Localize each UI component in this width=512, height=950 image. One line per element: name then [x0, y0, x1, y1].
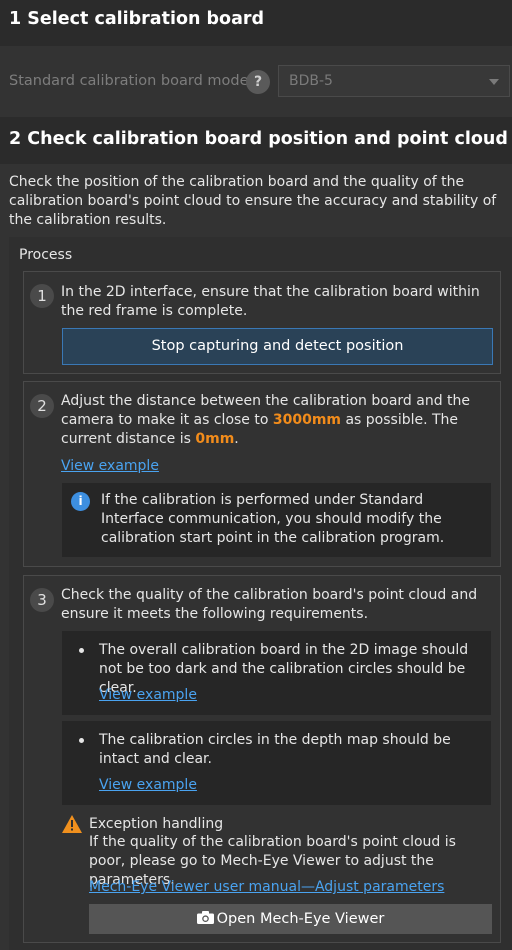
- step-2-text: Adjust the distance between the calibrat…: [61, 392, 491, 449]
- mech-eye-manual-link[interactable]: Mech-Eye Viewer user manual—Adjust param…: [89, 878, 444, 897]
- step-1-text: In the 2D interface, ensure that the cal…: [61, 284, 480, 319]
- open-mech-eye-viewer-button[interactable]: Open Mech-Eye Viewer: [89, 904, 492, 934]
- chevron-down-icon: [489, 79, 499, 85]
- board-model-select[interactable]: BDB-5: [278, 65, 510, 97]
- section-2-title: 2 Check calibration board position and p…: [9, 129, 512, 149]
- info-icon: i: [71, 492, 90, 511]
- step-2-text-after: .: [234, 431, 239, 447]
- stop-capturing-button-label: Stop capturing and detect position: [151, 338, 404, 354]
- step-2-card: 2 Adjust the distance between the calibr…: [23, 381, 501, 567]
- step-3-text: Check the quality of the calibration boa…: [61, 587, 478, 622]
- section-2-description: Check the position of the calibration bo…: [9, 174, 497, 228]
- board-model-value: BDB-5: [289, 73, 333, 89]
- step-2-view-example-link[interactable]: View example: [61, 457, 159, 476]
- section-1-title: 1 Select calibration board: [9, 9, 265, 29]
- help-icon[interactable]: ?: [246, 70, 270, 94]
- warning-icon: [62, 815, 82, 833]
- requirement-2-text: The calibration circles in the depth map…: [99, 732, 451, 767]
- board-model-label: Standard calibration board model: [9, 73, 253, 89]
- step-2-info-box: i If the calibration is performed under …: [62, 483, 491, 557]
- step-1-card: 1 In the 2D interface, ensure that the c…: [23, 271, 501, 374]
- exception-title: Exception handling: [89, 816, 224, 832]
- step-3-card: 3 Check the quality of the calibration b…: [23, 575, 501, 943]
- help-icon-glyph: ?: [253, 74, 263, 90]
- stop-capturing-button[interactable]: Stop capturing and detect position: [62, 328, 493, 365]
- step-2-number: 2: [30, 394, 54, 418]
- process-label: Process: [19, 247, 73, 263]
- section-2-header: 2 Check calibration board position and p…: [0, 117, 512, 164]
- target-distance: 3000mm: [272, 412, 342, 428]
- requirement-2-bullet: [79, 738, 84, 743]
- step-2-info-text: If the calibration is performed under St…: [101, 492, 445, 546]
- step-1-number: 1: [30, 284, 54, 308]
- requirement-1-bullet: [79, 648, 84, 653]
- requirement-1-view-example-link[interactable]: View example: [99, 686, 197, 705]
- info-icon-glyph: i: [78, 494, 83, 508]
- step-3-number: 3: [30, 588, 54, 612]
- section-1-header: 1 Select calibration board: [0, 0, 512, 46]
- requirement-2-view-example-link[interactable]: View example: [99, 776, 197, 795]
- camera-icon: [196, 911, 214, 924]
- requirement-2-box: The calibration circles in the depth map…: [62, 721, 491, 805]
- requirement-1-box: The overall calibration board in the 2D …: [62, 631, 491, 715]
- open-mech-eye-viewer-label: Open Mech-Eye Viewer: [216, 911, 385, 927]
- current-distance: 0mm: [195, 431, 235, 447]
